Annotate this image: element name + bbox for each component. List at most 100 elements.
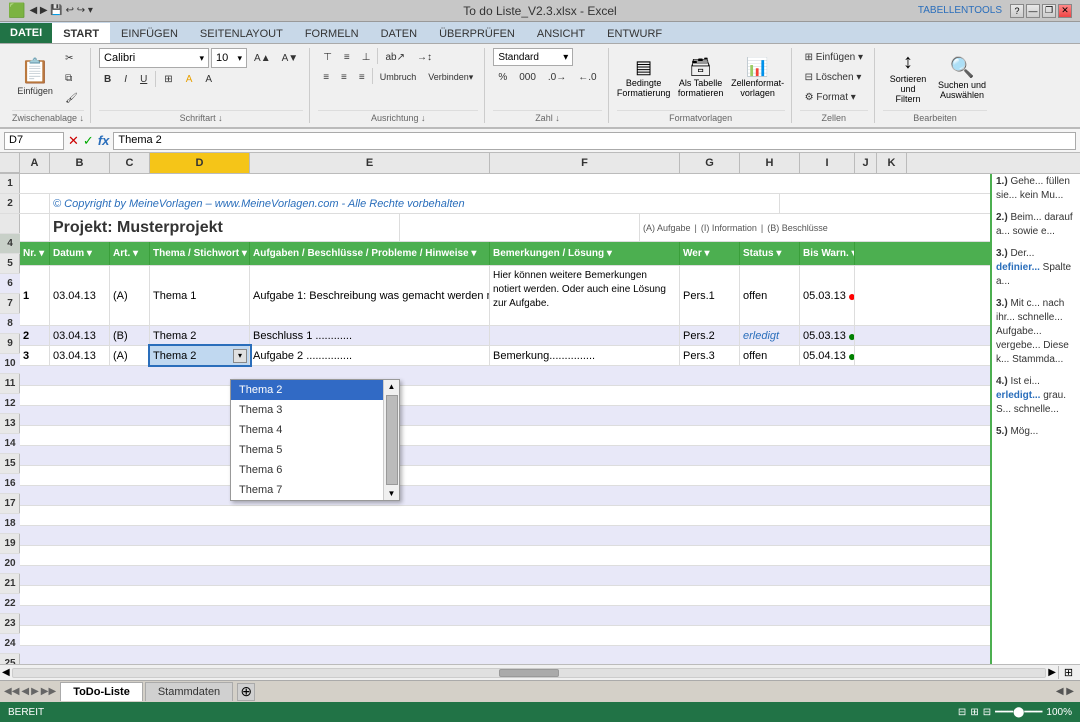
- cell-nr-3[interactable]: 3: [20, 346, 50, 365]
- sheet-scroll-left[interactable]: ◀: [1056, 686, 1064, 697]
- cell-nr-2[interactable]: 2: [20, 326, 50, 345]
- cell-status-1[interactable]: offen: [740, 266, 800, 325]
- tab-seitenlayout[interactable]: SEITENLAYOUT: [189, 23, 294, 43]
- fill-color-button[interactable]: A: [181, 70, 198, 88]
- format-cells-btn[interactable]: ⚙ Format ▾: [800, 88, 868, 106]
- cell-aufgaben-1[interactable]: Aufgabe 1: Beschreibung was gemacht werd…: [250, 266, 490, 325]
- sheet-scroll-right[interactable]: ▶: [1066, 686, 1074, 697]
- sheet-last-btn[interactable]: ▶▶: [41, 686, 56, 697]
- increase-font-btn[interactable]: A▲: [249, 49, 276, 67]
- sheet-first-btn[interactable]: ◀◀: [4, 686, 19, 697]
- view-layout-btn[interactable]: ⊞: [970, 707, 978, 718]
- col-header-j[interactable]: J: [855, 153, 877, 173]
- split-btn[interactable]: ⊞: [1058, 666, 1078, 679]
- scrollbar-up-btn[interactable]: ▲: [386, 380, 398, 393]
- italic-button[interactable]: I: [119, 70, 132, 88]
- cell-nr-1[interactable]: 1: [20, 266, 50, 325]
- dropdown-item-thema6[interactable]: Thema 6: [231, 460, 399, 480]
- cell-reference[interactable]: D7: [4, 132, 64, 150]
- help-btn[interactable]: ?: [1010, 4, 1024, 18]
- scroll-track[interactable]: [12, 668, 1047, 678]
- scroll-right-btn[interactable]: ▶: [1048, 667, 1056, 678]
- merge-btn[interactable]: Verbinden▾: [423, 68, 478, 86]
- underline-button[interactable]: U: [135, 70, 152, 88]
- header-art[interactable]: Art. ▾: [110, 242, 150, 265]
- scroll-left-btn[interactable]: ◀: [2, 667, 10, 678]
- tab-entwurf[interactable]: ENTWURF: [596, 23, 673, 43]
- sheet-next-btn[interactable]: ▶: [31, 686, 39, 697]
- scroll-handle[interactable]: [499, 669, 559, 677]
- dropdown-item-thema5[interactable]: Thema 5: [231, 440, 399, 460]
- cell-bemerkungen-2[interactable]: [490, 326, 680, 345]
- percent-btn[interactable]: %: [493, 68, 512, 86]
- cell-biswarn-1[interactable]: 05.03.13 ●: [800, 266, 855, 325]
- dropdown-item-thema4[interactable]: Thema 4: [231, 420, 399, 440]
- tab-ansicht[interactable]: ANSICHT: [526, 23, 596, 43]
- tab-formeln[interactable]: FORMELN: [294, 23, 370, 43]
- font-selector[interactable]: Calibri ▾: [99, 48, 209, 68]
- dropdown-item-thema2[interactable]: Thema 2: [231, 380, 399, 400]
- dropdown-menu[interactable]: Thema 2 Thema 3 Thema 4 Thema 5 Thema 6 …: [230, 379, 400, 501]
- header-datum[interactable]: Datum ▾: [50, 242, 110, 265]
- header-wer[interactable]: Wer ▾: [680, 242, 740, 265]
- cell-thema-3[interactable]: Thema 2 ▾: [150, 346, 250, 365]
- header-nr[interactable]: Nr. ▾: [20, 242, 50, 265]
- cell-bemerkungen-1[interactable]: Hier können weitere Bemerkungen notiert …: [490, 266, 680, 325]
- restore-btn[interactable]: ❐: [1042, 4, 1056, 18]
- cell-status-3[interactable]: offen: [740, 346, 800, 365]
- cell-art-1[interactable]: (A): [110, 266, 150, 325]
- cell-art-2[interactable]: (B): [110, 326, 150, 345]
- formula-input[interactable]: Thema 2: [113, 132, 1076, 150]
- sort-filter-btn[interactable]: ↕ Sortieren undFiltern: [883, 51, 933, 104]
- find-select-btn[interactable]: 🔍 Suchen undAuswählen: [937, 55, 987, 100]
- cell-wer-1[interactable]: Pers.1: [680, 266, 740, 325]
- align-top-btn[interactable]: ⊤: [318, 48, 337, 66]
- cell-a2[interactable]: [20, 194, 50, 213]
- minimize-btn[interactable]: —: [1026, 4, 1040, 18]
- border-button[interactable]: ⊞: [159, 70, 177, 88]
- cell-biswarn-3[interactable]: 05.04.13 ●: [800, 346, 855, 365]
- col-header-h[interactable]: H: [740, 153, 800, 173]
- cell-aufgaben-3[interactable]: Aufgabe 2 ...............: [250, 346, 490, 365]
- cell-bemerkungen-3[interactable]: Bemerkung...............: [490, 346, 680, 365]
- cell-wer-3[interactable]: Pers.3: [680, 346, 740, 365]
- sheet-prev-btn[interactable]: ◀: [21, 686, 29, 697]
- col-header-g[interactable]: G: [680, 153, 740, 173]
- copy-button[interactable]: ⧉: [60, 69, 83, 87]
- cell-aufgaben-2[interactable]: Beschluss 1 ............: [250, 326, 490, 345]
- close-btn[interactable]: ✕: [1058, 4, 1072, 18]
- dropdown-item-thema3[interactable]: Thema 3: [231, 400, 399, 420]
- header-bis-warn[interactable]: Bis Warn. ▾: [800, 242, 855, 265]
- align-right-btn[interactable]: ≡: [354, 68, 370, 86]
- confirm-formula-btn[interactable]: ✓: [83, 133, 94, 149]
- cell-status-2[interactable]: erledigt: [740, 326, 800, 345]
- tab-daten[interactable]: DATEN: [370, 23, 428, 43]
- header-bemerkungen[interactable]: Bemerkungen / Lösung ▾: [490, 242, 680, 265]
- tab-ueberpruefen[interactable]: ÜBERPRÜFEN: [428, 23, 526, 43]
- add-sheet-btn[interactable]: ⊕: [237, 683, 255, 701]
- align-middle-btn[interactable]: ≡: [339, 48, 355, 66]
- cell-biswarn-2[interactable]: 05.03.13 ●: [800, 326, 855, 345]
- decrease-font-btn[interactable]: A▼: [277, 49, 304, 67]
- cell-styles-btn[interactable]: 📊 Zellenformat-vorlagen: [731, 57, 785, 98]
- cell-b2[interactable]: © Copyright by MeineVorlagen – www.Meine…: [50, 194, 780, 213]
- indent-btn[interactable]: →↕: [412, 48, 437, 66]
- cell-datum-3[interactable]: 03.04.13: [50, 346, 110, 365]
- thousands-btn[interactable]: 000: [514, 68, 541, 86]
- cancel-formula-btn[interactable]: ✕: [68, 133, 79, 149]
- cell-datum-2[interactable]: 03.04.13: [50, 326, 110, 345]
- increase-decimal-btn[interactable]: .0→: [543, 68, 571, 86]
- col-header-i[interactable]: I: [800, 153, 855, 173]
- quick-access[interactable]: ◀ ▶ 💾 ↩ ↪ ▾: [29, 5, 93, 16]
- number-format-selector[interactable]: Standard ▾: [493, 48, 573, 66]
- scrollbar-thumb[interactable]: [386, 395, 398, 485]
- cut-button[interactable]: ✂: [60, 49, 83, 67]
- cell-a3[interactable]: [20, 214, 50, 241]
- col-header-b[interactable]: B: [50, 153, 110, 173]
- cell-thema-1[interactable]: Thema 1: [150, 266, 250, 325]
- align-center-btn[interactable]: ≡: [336, 68, 352, 86]
- align-left-btn[interactable]: ≡: [318, 68, 334, 86]
- dropdown-arrow[interactable]: ▾: [233, 349, 247, 363]
- header-aufgaben[interactable]: Aufgaben / Beschlüsse / Probleme / Hinwe…: [250, 242, 490, 265]
- scrollbar-down-btn[interactable]: ▼: [386, 487, 398, 500]
